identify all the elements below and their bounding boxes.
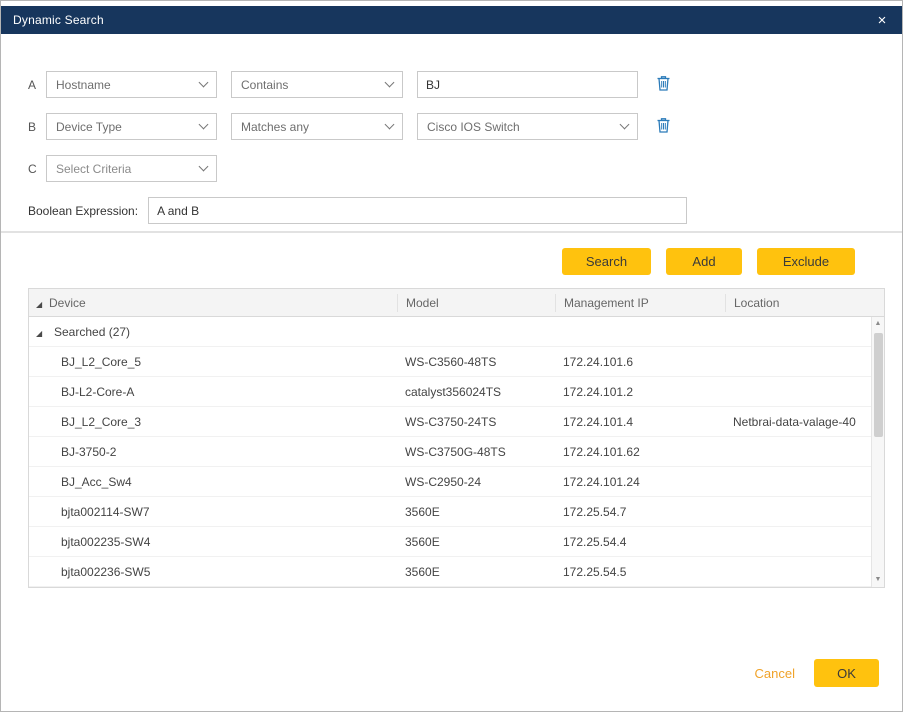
cell-management-ip: 172.25.54.5	[555, 565, 725, 579]
chevron-down-icon	[199, 78, 209, 88]
operator-select-a[interactable]: Contains	[231, 71, 403, 98]
criteria-label-a: A	[28, 78, 46, 92]
chevron-down-icon	[385, 120, 395, 130]
search-button[interactable]: Search	[562, 248, 651, 275]
operator-select-b-value: Matches any	[241, 120, 309, 134]
col-header-management-ip[interactable]: Management IP	[555, 294, 725, 312]
cell-management-ip: 172.24.101.6	[555, 355, 725, 369]
table-row[interactable]: bjta002235-SW4 3560E 172.25.54.4	[29, 527, 884, 557]
criteria-row-b: B Device Type Matches any Cisco IOS Swit…	[28, 113, 882, 140]
group-expand-cell: ◢	[29, 325, 49, 339]
chevron-down-icon	[385, 78, 395, 88]
group-collapse-icon[interactable]: ◢	[36, 329, 42, 338]
boolean-expression-input[interactable]	[148, 197, 687, 224]
cell-device: BJ-L2-Core-A	[49, 385, 397, 399]
dynamic-search-dialog: Dynamic Search × A Hostname Contains	[0, 0, 903, 712]
field-select-c-value: Select Criteria	[56, 162, 131, 176]
cell-device: BJ_Acc_Sw4	[49, 475, 397, 489]
cell-device: bjta002114-SW7	[49, 505, 397, 519]
collapse-all-icon[interactable]: ◢	[36, 300, 42, 309]
criteria-row-a: A Hostname Contains	[28, 71, 882, 98]
chevron-down-icon	[199, 162, 209, 172]
col-header-location[interactable]: Location	[725, 294, 884, 312]
field-select-c[interactable]: Select Criteria	[46, 155, 217, 182]
cell-model: WS-C3560-48TS	[397, 355, 555, 369]
trash-icon	[656, 117, 671, 133]
value-input-a[interactable]	[417, 71, 638, 98]
add-button[interactable]: Add	[666, 248, 742, 275]
table-header: ◢ Device Model Management IP Location	[29, 289, 884, 317]
cell-model: catalyst356024TS	[397, 385, 555, 399]
value-select-b-value: Cisco IOS Switch	[427, 120, 520, 134]
cell-model: 3560E	[397, 565, 555, 579]
table-row[interactable]: BJ_Acc_Sw4 WS-C2950-24 172.24.101.24	[29, 467, 884, 497]
col-header-device[interactable]: Device	[49, 296, 397, 310]
dialog-content: A Hostname Contains B	[1, 34, 902, 224]
cancel-button[interactable]: Cancel	[755, 666, 795, 681]
field-select-b[interactable]: Device Type	[46, 113, 217, 140]
table-row[interactable]: BJ-L2-Core-A catalyst356024TS 172.24.101…	[29, 377, 884, 407]
table-row[interactable]: BJ_L2_Core_3 WS-C3750-24TS 172.24.101.4 …	[29, 407, 884, 437]
chevron-down-icon	[620, 120, 630, 130]
trash-icon	[656, 75, 671, 91]
dialog-title: Dynamic Search	[13, 13, 104, 27]
scroll-down-icon[interactable]: ▼	[872, 573, 884, 587]
cell-model: 3560E	[397, 535, 555, 549]
cell-management-ip: 172.24.101.2	[555, 385, 725, 399]
cell-model: WS-C3750G-48TS	[397, 445, 555, 459]
table-row[interactable]: BJ-3750-2 WS-C3750G-48TS 172.24.101.62	[29, 437, 884, 467]
boolean-expression-label: Boolean Expression:	[28, 204, 138, 218]
header-expand-cell: ◢	[29, 296, 49, 310]
table-body: ◢ Searched (27) BJ_L2_Core_5 WS-C3560-48…	[29, 317, 884, 587]
close-icon[interactable]: ×	[874, 13, 890, 28]
cell-model: 3560E	[397, 505, 555, 519]
table-row[interactable]: BJ_L2_Core_5 WS-C3560-48TS 172.24.101.6	[29, 347, 884, 377]
scrollbar-thumb[interactable]	[874, 333, 883, 437]
dialog-footer: Cancel OK	[755, 659, 879, 687]
cell-device: BJ-3750-2	[49, 445, 397, 459]
group-label: Searched (27)	[49, 325, 130, 339]
chevron-down-icon	[199, 120, 209, 130]
table-row[interactable]: bjta002236-SW5 3560E 172.25.54.5	[29, 557, 884, 587]
field-select-b-value: Device Type	[56, 120, 122, 134]
cell-management-ip: 172.25.54.7	[555, 505, 725, 519]
criteria-row-c: C Select Criteria	[28, 155, 882, 182]
exclude-button[interactable]: Exclude	[757, 248, 855, 275]
field-select-a-value: Hostname	[56, 78, 111, 92]
col-header-model[interactable]: Model	[397, 294, 555, 312]
cell-management-ip: 172.24.101.4	[555, 415, 725, 429]
operator-select-b[interactable]: Matches any	[231, 113, 403, 140]
delete-criteria-b-button[interactable]	[654, 115, 673, 138]
dialog-titlebar: Dynamic Search ×	[1, 6, 902, 34]
cell-management-ip: 172.25.54.4	[555, 535, 725, 549]
cell-model: WS-C2950-24	[397, 475, 555, 489]
ok-button[interactable]: OK	[814, 659, 879, 687]
scroll-up-icon[interactable]: ▲	[872, 317, 884, 331]
cell-management-ip: 172.24.101.24	[555, 475, 725, 489]
operator-select-a-value: Contains	[241, 78, 288, 92]
results-table: ◢ Device Model Management IP Location ◢ …	[28, 288, 885, 588]
group-row[interactable]: ◢ Searched (27)	[29, 317, 884, 347]
cell-management-ip: 172.24.101.62	[555, 445, 725, 459]
cell-location: Netbrai-data-valage-40	[725, 415, 884, 429]
boolean-expression-row: Boolean Expression:	[28, 197, 882, 224]
cell-device: BJ_L2_Core_3	[49, 415, 397, 429]
cell-device: BJ_L2_Core_5	[49, 355, 397, 369]
cell-device: bjta002236-SW5	[49, 565, 397, 579]
delete-criteria-a-button[interactable]	[654, 73, 673, 96]
section-divider	[1, 231, 902, 233]
value-select-b[interactable]: Cisco IOS Switch	[417, 113, 638, 140]
criteria-label-c: C	[28, 162, 46, 176]
table-row[interactable]: bjta002114-SW7 3560E 172.25.54.7	[29, 497, 884, 527]
cell-model: WS-C3750-24TS	[397, 415, 555, 429]
cell-device: bjta002235-SW4	[49, 535, 397, 549]
criteria-label-b: B	[28, 120, 46, 134]
action-buttons: Search Add Exclude	[1, 248, 902, 275]
field-select-a[interactable]: Hostname	[46, 71, 217, 98]
table-scrollbar[interactable]: ▲ ▼	[871, 317, 884, 587]
